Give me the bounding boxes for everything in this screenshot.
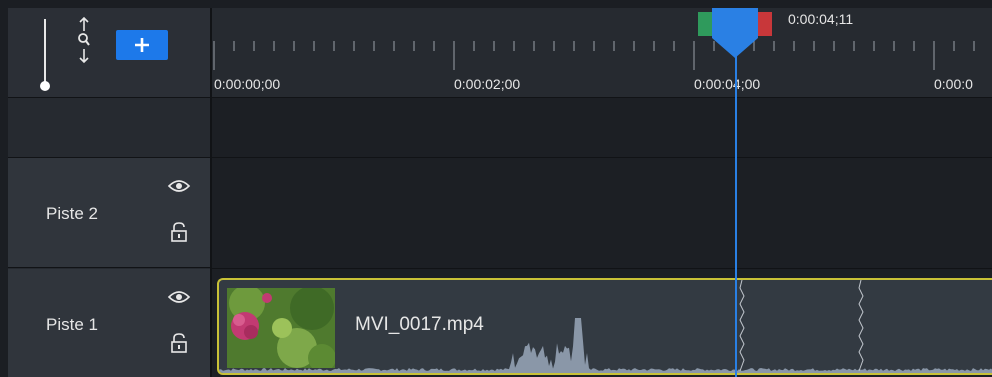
zoom-slider-handle[interactable]	[40, 81, 50, 91]
eye-icon[interactable]	[167, 178, 191, 194]
zoom-controls	[8, 8, 210, 98]
ruler-ticks	[213, 41, 975, 70]
zoom-icon-group	[74, 16, 94, 80]
ruler-tick-label: 0:00:02;00	[454, 76, 521, 92]
magnifier-icon	[78, 33, 90, 46]
track-row-empty[interactable]	[212, 98, 992, 158]
track-header-piste-2[interactable]: Piste 2	[8, 158, 210, 268]
current-time: 0:00:04;11	[788, 11, 854, 27]
audio-waveform	[219, 280, 992, 373]
video-clip[interactable]: MVI_0017.mp4	[217, 278, 992, 375]
eye-icon[interactable]	[167, 289, 191, 305]
track-name: Piste 1	[46, 315, 98, 334]
track-row-piste-2[interactable]	[212, 158, 992, 269]
zoom-slider-track[interactable]	[44, 19, 46, 87]
ruler-tick-label: 0:00:04;00	[694, 76, 761, 92]
in-point-marker[interactable]	[698, 12, 712, 36]
time-ruler[interactable]: 0:00:00;00 0:00:02;00 0:00:04;00 0:00:0	[212, 8, 992, 98]
out-point-marker[interactable]	[758, 12, 772, 36]
ruler-tick-label: 0:00:0	[934, 76, 973, 92]
playhead-handle[interactable]	[712, 8, 758, 58]
track-name: Piste 2	[46, 204, 98, 223]
playhead-line[interactable]	[735, 52, 737, 377]
arrow-up-icon	[79, 16, 89, 31]
plus-icon	[135, 38, 149, 52]
timeline-panel: Piste 2 Piste 1 0:00:00;00 0:00:02;00 0:…	[8, 8, 992, 377]
unlock-icon[interactable]	[170, 333, 188, 353]
ruler-tick-label: 0:00:00;00	[214, 76, 281, 92]
unlock-icon[interactable]	[170, 222, 188, 242]
arrow-down-icon	[79, 49, 89, 64]
track-header-piste-1[interactable]: Piste 1	[8, 269, 210, 377]
add-track-button[interactable]	[116, 30, 168, 60]
track-header-empty	[8, 98, 210, 158]
playhead-marker[interactable]	[696, 8, 776, 58]
